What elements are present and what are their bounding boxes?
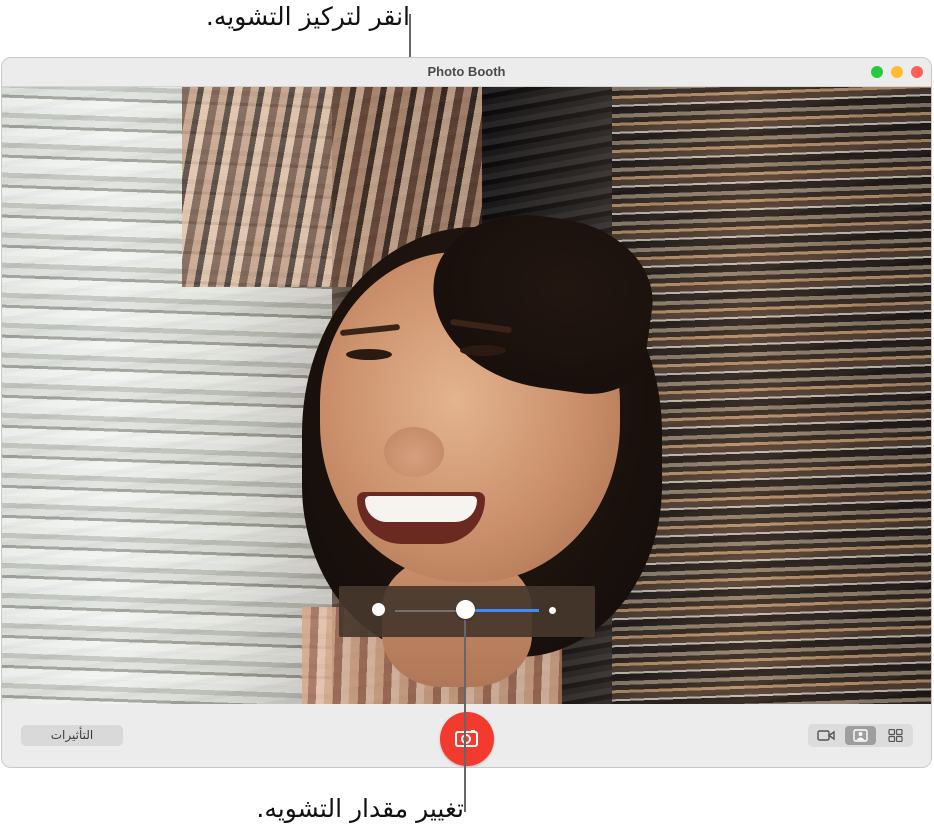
capture-mode-selector — [808, 724, 913, 747]
camera-icon — [455, 730, 478, 747]
subject-nose — [384, 427, 444, 477]
subject-right-eye — [460, 345, 506, 356]
distortion-slider-thumb[interactable] — [456, 600, 475, 619]
take-photo-button[interactable] — [440, 712, 494, 766]
slider-max-icon — [549, 607, 556, 614]
video-icon — [817, 730, 835, 741]
traffic-lights — [871, 66, 923, 78]
still-photo-icon — [853, 729, 868, 742]
callout-leader-bottom — [464, 620, 466, 812]
subject-teeth — [365, 496, 477, 522]
photo-booth-window: Photo Booth التأثيرات — [1, 57, 932, 768]
slider-fill — [465, 609, 539, 612]
title-bar: Photo Booth — [2, 58, 931, 87]
four-up-mode-button[interactable] — [880, 726, 911, 745]
effects-button[interactable]: التأثيرات — [21, 725, 123, 746]
bottom-toolbar: التأثيرات — [2, 704, 931, 767]
callout-change-distortion: تغيير مقدار التشويه. — [256, 794, 464, 823]
minimize-button[interactable] — [891, 66, 903, 78]
still-photo-mode-button[interactable] — [845, 726, 876, 745]
zoom-button[interactable] — [871, 66, 883, 78]
camera-preview[interactable] — [2, 87, 931, 704]
distortion-slider-panel — [339, 586, 595, 637]
four-up-icon — [888, 729, 903, 742]
video-mode-button[interactable] — [810, 726, 841, 745]
slider-min-icon — [372, 603, 385, 616]
callout-focus-distortion: انقر لتركيز التشويه. — [205, 2, 410, 31]
distortion-rays-right — [612, 87, 931, 704]
window-title: Photo Booth — [427, 64, 506, 79]
subject-left-eye — [346, 349, 392, 360]
close-button[interactable] — [911, 66, 923, 78]
